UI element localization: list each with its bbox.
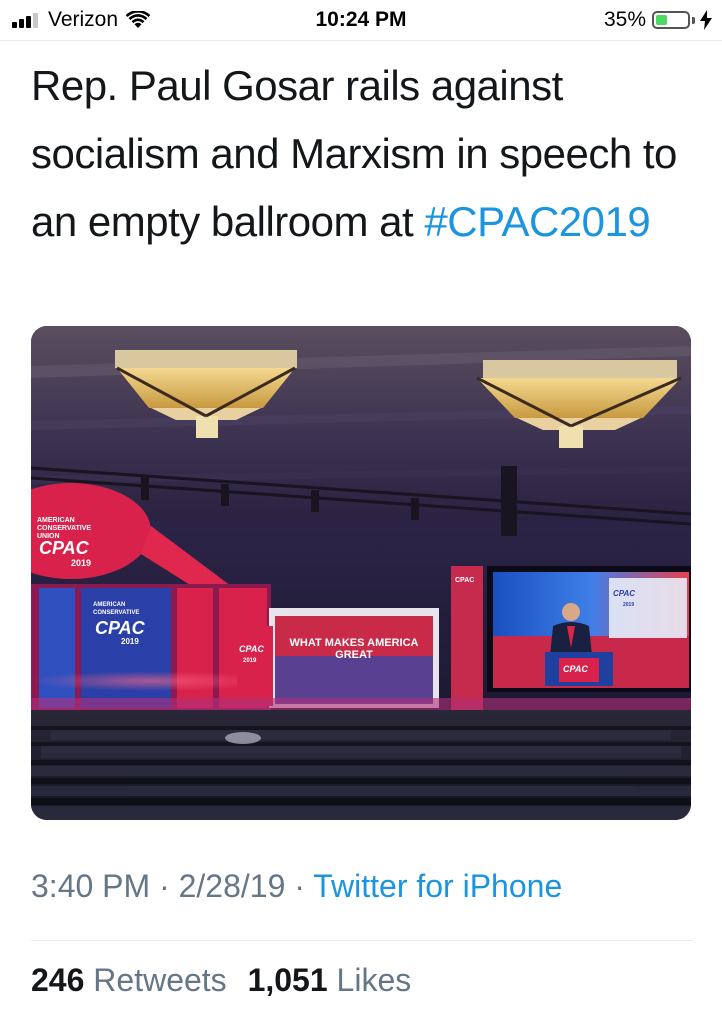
svg-text:CPAC: CPAC (95, 618, 146, 638)
svg-text:2019: 2019 (121, 637, 139, 646)
likes-label: Likes (336, 962, 412, 998)
battery-tip (692, 16, 695, 24)
svg-text:2019: 2019 (71, 558, 91, 568)
likes-stat[interactable]: 1,051 Likes (248, 962, 424, 998)
tweet-date: 2/28/19 (178, 868, 286, 904)
status-right: 35% (604, 8, 712, 32)
svg-text:CPAC: CPAC (39, 538, 90, 558)
tweet-photo[interactable]: AMERICAN CONSERVATIVE UNION CPAC 2019 AM… (31, 326, 691, 820)
meta-separator: · (294, 868, 305, 904)
header-divider (0, 40, 722, 41)
tweet-time: 3:40 PM (31, 868, 151, 904)
tweet-source-link[interactable]: Twitter for iPhone (313, 868, 562, 904)
battery-fill (656, 15, 667, 25)
svg-text:CPAC: CPAC (613, 589, 635, 598)
svg-text:CONSERVATIVE: CONSERVATIVE (93, 610, 139, 616)
svg-text:CONSERVATIVE: CONSERVATIVE (37, 525, 91, 532)
svg-text:WHAT MAKES AMERICA: WHAT MAKES AMERICA (290, 637, 419, 649)
svg-text:CPAC: CPAC (455, 577, 474, 584)
retweets-count: 246 (31, 962, 85, 998)
svg-text:AMERICAN: AMERICAN (93, 602, 125, 608)
likes-count: 1,051 (247, 962, 328, 998)
svg-text:2019: 2019 (243, 658, 257, 664)
svg-text:CPAC: CPAC (563, 664, 588, 674)
tweet-stats: 246 Retweets 1,051 Likes (31, 962, 423, 999)
tweet-meta: 3:40 PM · 2/28/19 · Twitter for iPhone (31, 868, 562, 905)
charging-bolt-icon (700, 10, 712, 30)
tweet-text: Rep. Paul Gosar rails against socialism … (31, 52, 701, 256)
ballroom-photo: AMERICAN CONSERVATIVE UNION CPAC 2019 AM… (31, 326, 691, 820)
retweets-stat[interactable]: 246 Retweets (31, 962, 248, 998)
retweets-label: Retweets (93, 962, 227, 998)
meta-divider (31, 940, 693, 941)
svg-text:GREAT: GREAT (335, 649, 373, 661)
svg-text:2019: 2019 (623, 602, 634, 608)
battery-percent: 35% (603, 8, 646, 31)
status-bar: Verizon 10:24 PM 35% (0, 0, 722, 40)
meta-separator: · (159, 868, 170, 904)
svg-text:CPAC: CPAC (239, 644, 264, 654)
hashtag-link[interactable]: #CPAC2019 (424, 198, 650, 245)
battery-icon (652, 11, 690, 29)
video-screen: CPAC 2019 CPAC (487, 566, 691, 692)
svg-text:AMERICAN: AMERICAN (37, 517, 75, 524)
